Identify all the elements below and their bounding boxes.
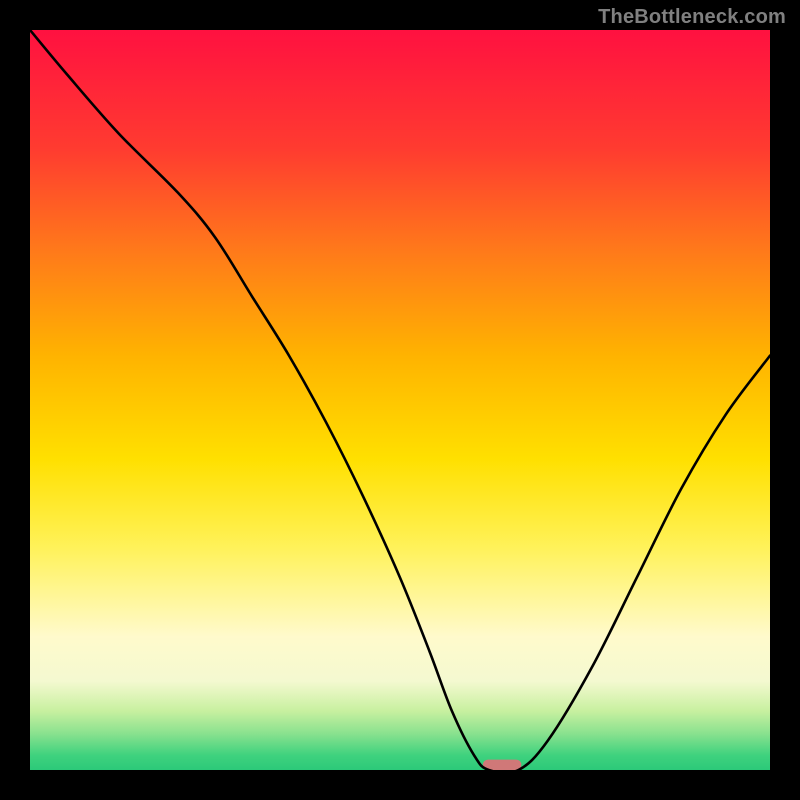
chart-frame: TheBottleneck.com <box>0 0 800 800</box>
bottleneck-chart <box>30 30 770 770</box>
optimal-range-marker <box>483 760 521 770</box>
watermark-text: TheBottleneck.com <box>598 6 786 29</box>
gradient-background <box>30 30 770 770</box>
